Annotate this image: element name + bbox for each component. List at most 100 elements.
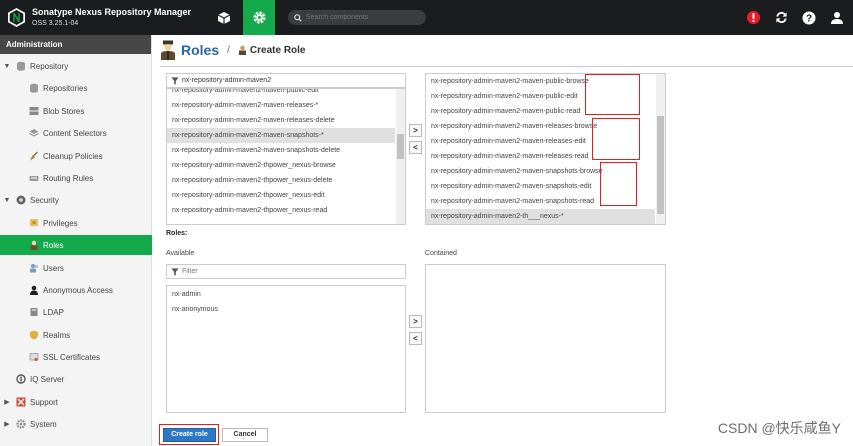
users-icon [28,263,39,274]
user-button[interactable] [827,8,847,28]
sidebar-item-cleanup-policies[interactable]: Cleanup Policies [0,146,152,166]
add-role-button[interactable]: > [409,315,422,328]
scrollbar[interactable] [396,89,405,224]
list-item[interactable]: nx-repository-admin-maven2-maven-public-… [167,89,405,98]
list-item[interactable]: nx-repository-admin-maven2-maven-snapsho… [167,128,395,143]
sidebar-item-privileges[interactable]: Privileges [0,213,152,233]
sidebar-item-blob-stores[interactable]: Blob Stores [0,101,152,121]
sidebar-item-support[interactable]: ▶ Support [0,392,152,412]
sidebar-item-repository[interactable]: ▼ Repository [0,56,152,76]
help-icon: ? [802,11,816,24]
sidebar-item-label: Repositories [43,83,88,93]
user-icon [831,11,843,24]
contained-label: Contained [425,250,457,257]
role-user-icon [238,45,246,55]
breadcrumb-separator: / [227,44,230,56]
role-user-icon [28,240,39,251]
filter-icon [171,267,179,276]
highlight-box [600,162,637,206]
roles-available-list[interactable]: nx-admin nx-anonymous [166,285,406,413]
list-item[interactable]: nx-repository-admin-maven2-thpower_nexus… [167,188,405,203]
search-input[interactable] [306,14,416,21]
shield-icon [28,330,39,341]
breadcrumb: Roles / Create Role [160,38,305,62]
alert-button[interactable] [743,8,763,28]
sidebar-item-label: IQ Server [30,374,65,384]
sidebar-item-iq-server[interactable]: IQ Server [0,369,152,389]
caret-down-icon: ▼ [3,196,11,204]
remove-role-button[interactable]: < [409,332,422,345]
list-item[interactable]: nx-admin [167,287,405,302]
sidebar-item-ldap[interactable]: LDAP [0,302,152,322]
sidebar-item-label: LDAP [43,307,64,317]
gear-icon [15,419,26,430]
sidebar-item-routing-rules[interactable]: Routing Rules [0,168,152,188]
scrollbar-thumb[interactable] [397,134,404,159]
sidebar-item-content-selectors[interactable]: Content Selectors [0,123,152,143]
sidebar-item-label: Repository [30,61,69,71]
scrollbar[interactable] [656,74,665,224]
remove-privilege-button[interactable]: < [409,141,422,154]
role-filter-input[interactable] [182,268,393,275]
list-item[interactable]: nx-repository-admin-maven2-thpower_nexus… [167,158,405,173]
list-item[interactable]: nx-anonymous [167,302,405,317]
list-item[interactable]: nx-repository-admin-maven2-thpower_nexus… [167,203,405,218]
server-icon [28,106,39,117]
role-filter[interactable] [166,264,406,279]
cube-icon [217,11,231,24]
browse-nav-button[interactable] [208,0,240,35]
top-bar: Sonatype Nexus Repository Manager OSS 3.… [0,0,853,35]
sidebar-item-label: SSL Certificates [43,352,101,362]
sidebar-item-repositories[interactable]: Repositories [0,78,152,98]
sidebar-item-label: Security [30,195,59,205]
caret-right-icon: ▶ [4,421,10,428]
book-icon [28,307,39,318]
refresh-button[interactable] [771,8,791,28]
sidebar-item-realms[interactable]: Realms [0,325,152,345]
list-item[interactable]: nx-repository-admin-maven2-maven-release… [167,98,405,113]
list-item[interactable]: nx-repository-admin-maven2-maven-release… [167,113,405,128]
user-silhouette-icon [28,285,39,296]
list-item[interactable]: nx-repository-admin-maven2-maven-snapsho… [167,143,405,158]
admin-nav-button[interactable] [243,0,275,35]
sidebar-item-users[interactable]: Users [0,258,152,278]
sidebar-item-label: Cleanup Policies [43,151,103,161]
sidebar-item-roles[interactable]: Roles [0,235,152,255]
sidebar-item-label: Routing Rules [43,173,94,183]
badge-icon [15,195,26,206]
cancel-button[interactable]: Cancel [222,428,268,442]
sidebar-item-system[interactable]: ▶ System [0,414,152,434]
layers-icon [28,128,39,139]
list-item[interactable]: nx-repository-admin-maven2-thpower_nexus… [167,173,405,188]
sidebar-item-ssl-certificates[interactable]: SSL Certificates [0,347,152,367]
privilege-filter[interactable] [166,73,406,88]
brand[interactable]: Sonatype Nexus Repository Manager OSS 3.… [0,0,208,35]
roles-contained-list[interactable] [425,264,666,413]
sidebar-item-anonymous-access[interactable]: Anonymous Access [0,280,152,300]
privileges-available-list[interactable]: nx-repository-admin-maven2-maven-public-… [166,88,406,225]
database-icon [28,83,39,94]
sidebar-item-label: Users [43,263,64,273]
list-item[interactable]: nx-repository-admin-maven2-th___nexus-* [426,209,655,224]
search-box[interactable] [288,10,426,25]
breadcrumb-current: Create Role [249,44,306,56]
watermark: CSDN @快乐咸鱼Y [717,420,841,436]
sidebar-item-security[interactable]: ▼ Security [0,190,152,210]
add-privilege-button[interactable]: > [409,124,422,137]
nexus-logo-icon [8,8,25,27]
privilege-filter-input[interactable] [182,77,393,84]
gear-icon [252,11,266,24]
certificate-icon [28,352,39,363]
sidebar-item-label: Blob Stores [43,106,85,116]
broom-icon [28,151,39,162]
highlight-box [592,118,640,160]
sidebar: Administration ▼ Repository Repositories… [0,35,152,446]
scrollbar-thumb[interactable] [657,116,664,214]
filter-icon [171,76,179,85]
divider [160,66,853,67]
certificate-icon [28,218,39,229]
page-title[interactable]: Roles [181,42,219,58]
help-button[interactable]: ? [799,8,819,28]
sidebar-item-label: Roles [43,240,64,250]
available-label: Available [166,250,195,257]
